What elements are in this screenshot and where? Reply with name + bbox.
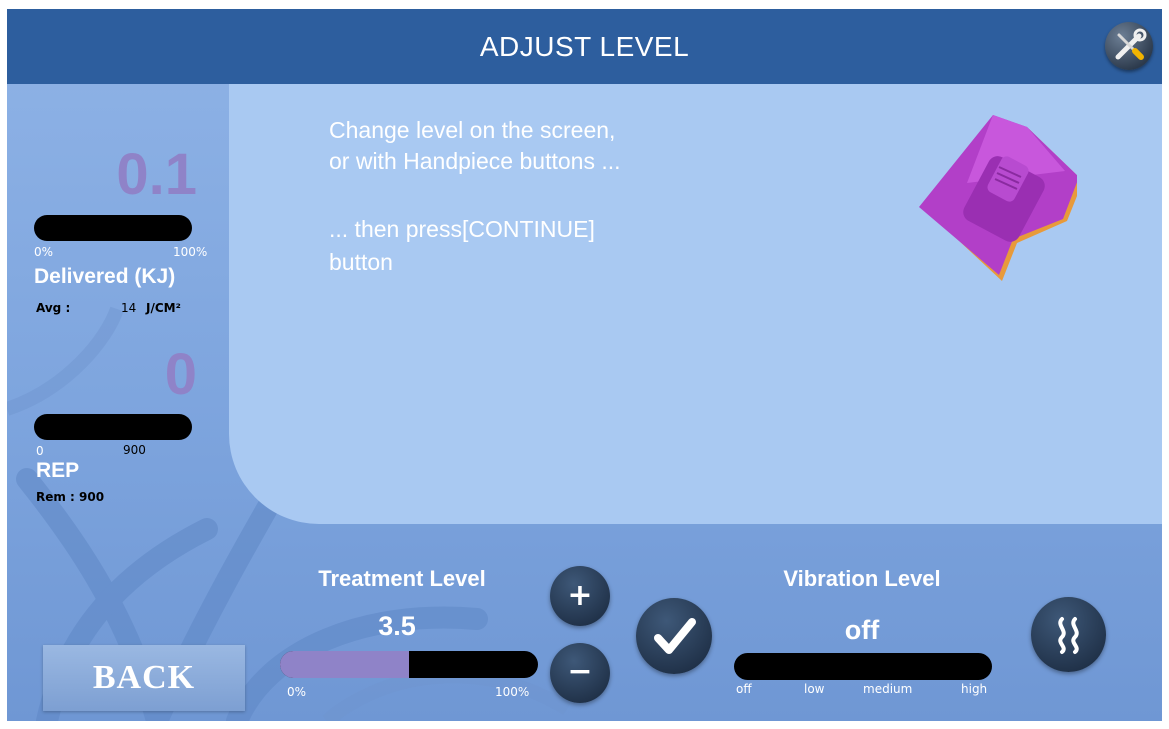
settings-button[interactable]	[1105, 22, 1153, 70]
vibration-level-slider[interactable]	[734, 653, 992, 680]
decrease-level-button[interactable]: −	[550, 643, 610, 703]
handpiece-image	[919, 115, 1077, 281]
header-bar: ADJUST LEVEL	[7, 9, 1162, 84]
rep-remaining: Rem : 900	[36, 490, 105, 504]
plus-icon: +	[567, 578, 593, 613]
check-icon	[654, 618, 696, 654]
rep-label: REP	[36, 459, 80, 482]
avg-label: Avg :	[36, 301, 71, 315]
instruction-line-1: Change level on the screen,	[329, 117, 616, 143]
rep-bar-min: 0	[36, 444, 44, 458]
treatment-level-slider[interactable]	[280, 651, 538, 678]
vibration-tick-low: low	[804, 682, 825, 696]
treatment-level-title: Treatment Level	[318, 566, 486, 591]
rep-bar	[34, 414, 192, 440]
vibration-level-value: off	[844, 615, 880, 645]
vibration-tick-high: high	[961, 682, 988, 696]
delivered-label: Delivered (KJ)	[34, 265, 176, 288]
delivered-bar-max: 100%	[173, 245, 208, 259]
back-button[interactable]: BACK	[43, 645, 245, 711]
vibration-tick-off: off	[736, 682, 752, 696]
delivered-bar-min: 0%	[34, 245, 54, 259]
treatment-level-value: 3.5	[378, 611, 416, 641]
continue-button[interactable]	[636, 598, 712, 674]
treatment-bar-min: 0%	[287, 685, 307, 699]
screen: ADJUST LEVEL Change level on the screen,…	[7, 9, 1162, 721]
delivered-bar	[34, 215, 192, 241]
minus-icon: −	[567, 654, 593, 689]
vibration-button[interactable]	[1031, 597, 1106, 672]
avg-unit: J/CM²	[146, 301, 181, 315]
vibration-tick-medium: medium	[863, 682, 913, 696]
vibration-level-title: Vibration Level	[783, 566, 941, 591]
rep-value: 0	[164, 342, 197, 407]
page-title: ADJUST LEVEL	[479, 31, 690, 62]
treatment-level-fill	[280, 651, 409, 678]
rep-bar-max: 900	[123, 443, 146, 457]
delivered-value: 0.1	[116, 142, 197, 207]
increase-level-button[interactable]: +	[550, 566, 610, 626]
instruction-line-2: or with Handpiece buttons ...	[329, 148, 621, 174]
treatment-bar-max: 100%	[495, 685, 530, 699]
vibration-icon	[1058, 617, 1079, 654]
wrench-screwdriver-icon	[1115, 28, 1147, 60]
instruction-line-3: ... then press[CONTINUE]	[329, 216, 595, 242]
avg-value: 14	[121, 301, 137, 315]
instruction-line-4: button	[329, 249, 393, 275]
